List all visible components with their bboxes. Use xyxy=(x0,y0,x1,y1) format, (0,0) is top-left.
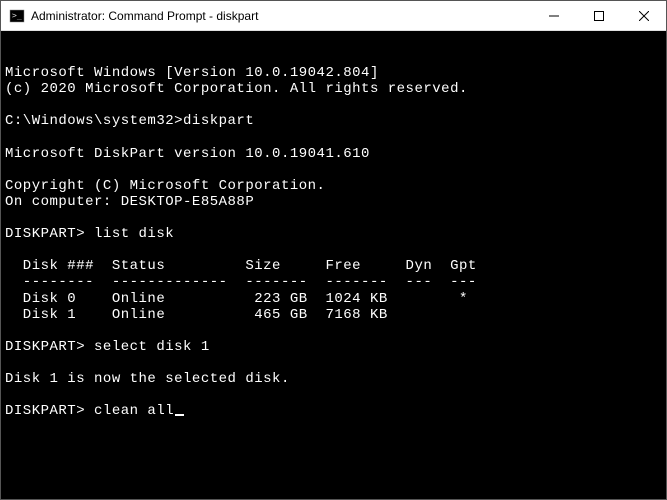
terminal-line xyxy=(5,130,662,146)
titlebar[interactable]: >_ Administrator: Command Prompt - diskp… xyxy=(1,1,666,31)
window-title: Administrator: Command Prompt - diskpart xyxy=(31,9,531,23)
terminal-line: Microsoft DiskPart version 10.0.19041.61… xyxy=(5,146,662,162)
terminal-line: (c) 2020 Microsoft Corporation. All righ… xyxy=(5,81,662,97)
terminal-line: DISKPART> clean all xyxy=(5,403,662,419)
terminal-line: DISKPART> select disk 1 xyxy=(5,339,662,355)
maximize-button[interactable] xyxy=(576,1,621,30)
terminal-line: Disk ### Status Size Free Dyn Gpt xyxy=(5,258,662,274)
close-button[interactable] xyxy=(621,1,666,30)
terminal-line xyxy=(5,355,662,371)
window-controls xyxy=(531,1,666,30)
terminal-line: Microsoft Windows [Version 10.0.19042.80… xyxy=(5,65,662,81)
terminal-line: C:\Windows\system32>diskpart xyxy=(5,113,662,129)
cursor xyxy=(175,414,184,416)
app-icon: >_ xyxy=(9,8,25,24)
terminal-line: Disk 0 Online 223 GB 1024 KB * xyxy=(5,291,662,307)
terminal-line: Disk 1 is now the selected disk. xyxy=(5,371,662,387)
terminal-area[interactable]: Microsoft Windows [Version 10.0.19042.80… xyxy=(1,31,666,499)
terminal-line: Copyright (C) Microsoft Corporation. xyxy=(5,178,662,194)
terminal-line xyxy=(5,323,662,339)
terminal-line xyxy=(5,97,662,113)
terminal-line xyxy=(5,242,662,258)
minimize-button[interactable] xyxy=(531,1,576,30)
terminal-line xyxy=(5,210,662,226)
terminal-line: On computer: DESKTOP-E85A88P xyxy=(5,194,662,210)
terminal-line: DISKPART> list disk xyxy=(5,226,662,242)
terminal-line xyxy=(5,162,662,178)
terminal-line: -------- ------------- ------- ------- -… xyxy=(5,274,662,290)
command-prompt-window: >_ Administrator: Command Prompt - diskp… xyxy=(0,0,667,500)
terminal-line xyxy=(5,387,662,403)
terminal-line: Disk 1 Online 465 GB 7168 KB xyxy=(5,307,662,323)
svg-text:>_: >_ xyxy=(12,11,22,20)
